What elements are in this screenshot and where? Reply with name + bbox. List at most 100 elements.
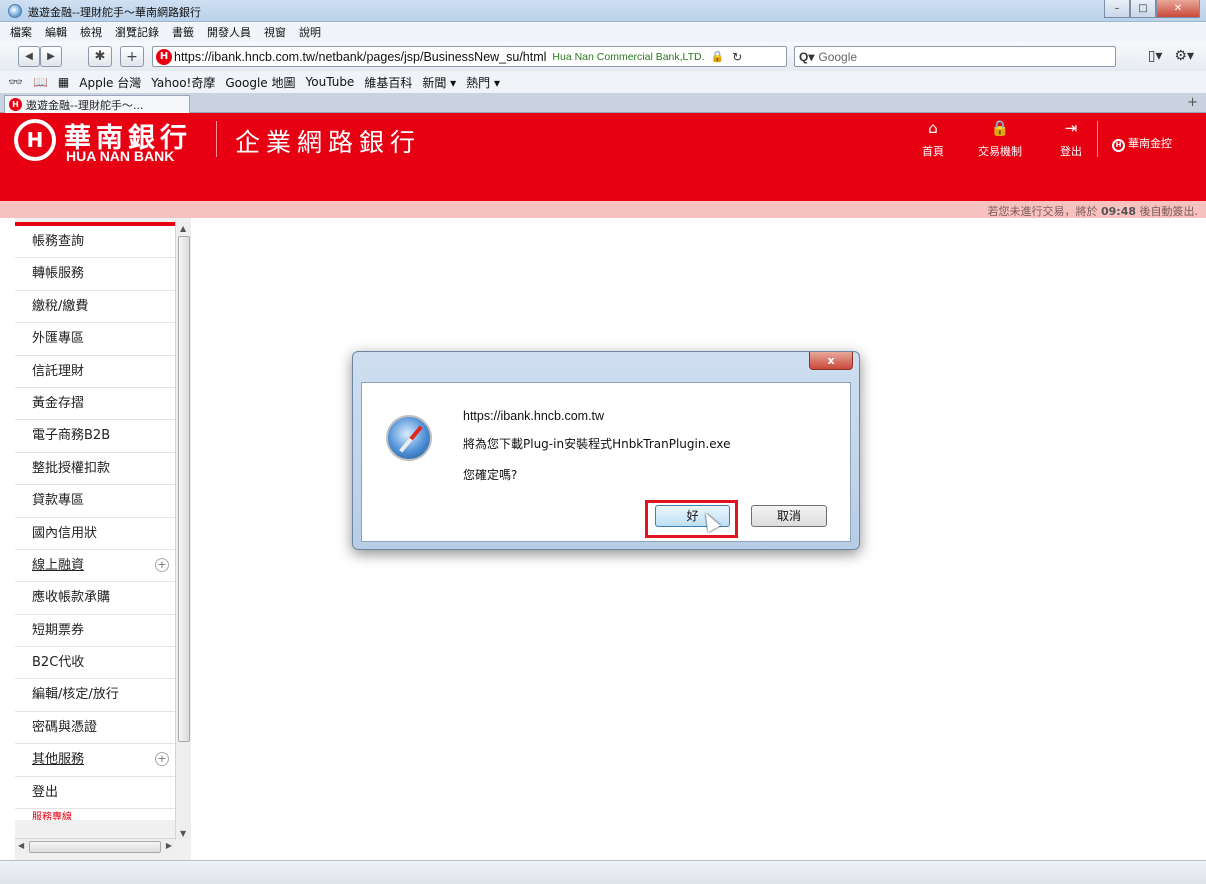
- nav-home-label: 首頁: [922, 145, 944, 158]
- address-field[interactable]: H https://ibank.hncb.com.tw/netbank/page…: [152, 46, 787, 67]
- bookmark-google-maps[interactable]: Google 地圖: [225, 74, 295, 91]
- scroll-up-arrow-icon[interactable]: ▲: [180, 224, 186, 233]
- nav-logout[interactable]: ⇥ 登出: [1041, 117, 1101, 159]
- back-button[interactable]: ◀: [18, 46, 40, 67]
- session-timeout-bar: 若您未進行交易，將於 09:48 後自動簽出.: [0, 201, 1206, 218]
- sidebar-item-b2c[interactable]: B2C代收: [15, 647, 175, 680]
- close-window-button[interactable]: ✕: [1156, 0, 1200, 18]
- tab-bar: H 遨遊金融--理財舵手～... +: [0, 93, 1206, 113]
- scroll-down-arrow-icon[interactable]: ▼: [180, 829, 186, 838]
- tab-title: 遨遊金融--理財舵手～...: [26, 98, 144, 112]
- add-bookmark-button[interactable]: +: [120, 46, 144, 67]
- search-placeholder: Google: [818, 49, 858, 64]
- sidebar-item-online-financing-label: 線上融資: [32, 557, 85, 573]
- reading-list-icon[interactable]: 👓: [8, 75, 23, 89]
- bookmarks-book-icon[interactable]: 📖: [33, 75, 48, 89]
- bookmark-apple[interactable]: Apple 台灣: [79, 74, 141, 91]
- new-tab-button[interactable]: +: [1187, 95, 1198, 110]
- reload-icon[interactable]: ↻: [732, 50, 742, 64]
- bug-report-button[interactable]: ✱: [88, 46, 112, 67]
- hua-nan-holding-icon: H: [1112, 139, 1125, 152]
- menu-history[interactable]: 瀏覽記錄: [115, 24, 159, 40]
- nav-home[interactable]: ⌂ 首頁: [903, 117, 963, 159]
- search-icon[interactable]: Q▾: [799, 50, 814, 64]
- logout-icon: ⇥: [1064, 119, 1078, 137]
- session-timeout-message: 若您未進行交易，將於 09:48 後自動簽出.: [987, 203, 1198, 219]
- sidebar-item-loans[interactable]: 貸款專區: [15, 485, 175, 518]
- sidebar-item-online-financing[interactable]: 線上融資 +: [15, 549, 175, 583]
- sidebar-horizontal-scrollbar[interactable]: ◀ ▶: [15, 838, 175, 854]
- sidebar-item-domestic-lc[interactable]: 國內信用狀: [15, 517, 175, 550]
- menu-bar: 檔案 編輯 檢視 瀏覽記錄 書籤 開發人員 視窗 說明: [0, 22, 1206, 42]
- bank-name-en: HUA NAN BANK: [66, 148, 175, 164]
- bookmark-wikipedia[interactable]: 維基百科: [364, 74, 412, 91]
- sidebar-item-account-inquiry[interactable]: 帳務查詢: [15, 226, 175, 259]
- minimize-button[interactable]: –: [1104, 0, 1130, 18]
- sidebar-item-logout[interactable]: 登出: [15, 776, 175, 810]
- sidebar-item-password-certificate[interactable]: 密碼與憑證: [15, 711, 175, 745]
- menu-window[interactable]: 視窗: [264, 24, 286, 40]
- menu-bookmarks[interactable]: 書籤: [172, 24, 194, 40]
- dialog-body: https://ibank.hncb.com.tw 將為您下載Plug-in安裝…: [361, 382, 851, 542]
- sidebar-item-batch-debit[interactable]: 整批授權扣款: [15, 452, 175, 486]
- dialog-message: 將為您下載Plug-in安裝程式HnbkTranPlugin.exe: [463, 437, 731, 451]
- cancel-button[interactable]: 取消: [751, 505, 827, 527]
- financial-holding-link[interactable]: H 華南金控: [1112, 135, 1172, 152]
- url-text: https://ibank.hncb.com.tw/netbank/pages/…: [174, 49, 547, 64]
- download-confirm-dialog: x https://ibank.hncb.com.tw 將為您下載Plug-in…: [352, 351, 860, 550]
- sidebar-item-service-hotline[interactable]: 服務專線: [15, 809, 175, 820]
- sidebar-item-transfer[interactable]: 轉帳服務: [15, 258, 175, 291]
- page-menu-icon[interactable]: ▯▾: [1148, 48, 1163, 64]
- sidebar-item-trust[interactable]: 信託理財: [15, 355, 175, 388]
- dialog-close-button[interactable]: x: [809, 352, 853, 370]
- nav-logout-label: 登出: [1060, 145, 1082, 158]
- menu-develop[interactable]: 開發人員: [207, 24, 251, 40]
- nav-transaction-mechanism[interactable]: 🔒 交易機制: [970, 117, 1030, 159]
- sidebar-item-other-services[interactable]: 其他服務 +: [15, 744, 175, 777]
- bank-header: H 華南銀行 HUA NAN BANK 企業網路銀行 ⌂ 首頁 🔒 交易機制 ⇥…: [0, 113, 1206, 201]
- menu-view[interactable]: 檢視: [80, 24, 102, 40]
- portal-title: 企業網路銀行: [235, 128, 422, 157]
- top-sites-icon[interactable]: ▦: [58, 75, 69, 89]
- lock-icon: 🔒: [710, 50, 725, 63]
- window-title-bar: 遨遊金融--理財舵手～華南網路銀行 – □ ✕: [0, 0, 1206, 22]
- scroll-right-arrow-icon[interactable]: ▶: [166, 841, 172, 850]
- bookmark-youtube[interactable]: YouTube: [306, 75, 355, 89]
- timeout-suffix: 後自動簽出.: [1139, 205, 1199, 218]
- search-input[interactable]: Q▾ Google: [794, 46, 1116, 67]
- expand-plus-icon[interactable]: +: [155, 557, 169, 572]
- bookmark-news[interactable]: 新聞 ▾: [422, 74, 456, 91]
- maximize-button[interactable]: □: [1130, 0, 1156, 18]
- timeout-prefix: 若您未進行交易，將於: [987, 205, 1098, 218]
- sidebar-item-forex[interactable]: 外匯專區: [15, 323, 175, 356]
- bookmark-yahoo[interactable]: Yahoo!奇摩: [151, 74, 215, 91]
- ok-button-highlight: [645, 500, 738, 538]
- forward-button[interactable]: ▶: [40, 46, 62, 67]
- sidebar-item-b2b[interactable]: 電子商務B2B: [15, 420, 175, 453]
- sidebar-item-short-term-bills[interactable]: 短期票券: [15, 614, 175, 648]
- financial-holding-label: 華南金控: [1128, 137, 1172, 150]
- sidebar-item-edit-approve-release[interactable]: 編輯/核定/放行: [15, 679, 175, 712]
- sidebar-item-receivables[interactable]: 應收帳款承購: [15, 582, 175, 615]
- hua-nan-favicon-icon: H: [156, 48, 172, 65]
- scroll-thumb[interactable]: [29, 841, 161, 853]
- gear-icon[interactable]: ⚙▾: [1174, 48, 1194, 64]
- hua-nan-logo-icon[interactable]: H: [14, 119, 56, 161]
- header-divider: [216, 121, 217, 157]
- expand-plus-icon[interactable]: +: [155, 752, 169, 767]
- bookmark-popular[interactable]: 熱門 ▾: [466, 74, 500, 91]
- sidebar-item-tax-payment[interactable]: 繳稅/繳費: [15, 290, 175, 324]
- tab-hua-nan[interactable]: H 遨遊金融--理財舵手～...: [4, 95, 190, 113]
- menu-edit[interactable]: 編輯: [45, 24, 67, 40]
- certificate-owner[interactable]: Hua Nan Commercial Bank,LTD.: [552, 51, 704, 63]
- dialog-question: 您確定嗎?: [463, 468, 518, 482]
- scroll-thumb[interactable]: [178, 236, 190, 742]
- lock-icon: 🔒: [990, 119, 1010, 137]
- sidebar-vertical-scrollbar[interactable]: ▲ ▼: [175, 222, 191, 840]
- sidebar-item-gold[interactable]: 黃金存摺: [15, 387, 175, 421]
- scroll-left-arrow-icon[interactable]: ◀: [18, 841, 24, 850]
- menu-help[interactable]: 說明: [299, 24, 321, 40]
- nav-transaction-label: 交易機制: [978, 145, 1022, 158]
- left-margin: [0, 218, 15, 860]
- menu-file[interactable]: 檔案: [10, 24, 32, 40]
